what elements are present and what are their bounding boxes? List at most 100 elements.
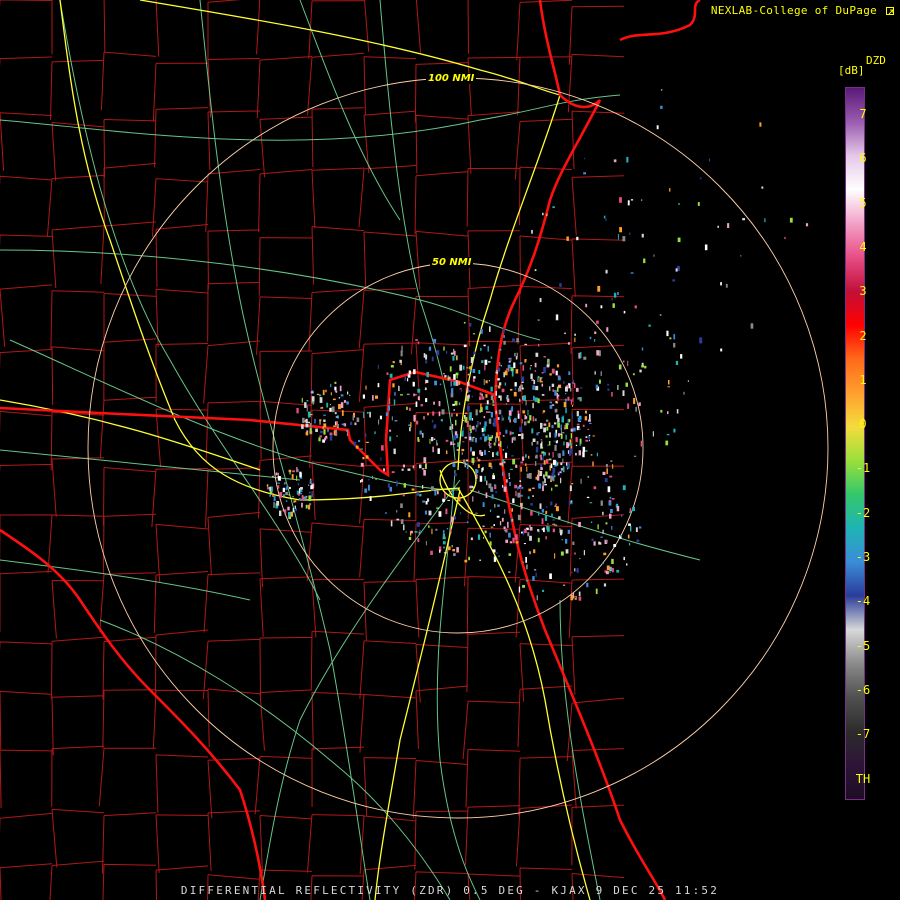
echo-pixel — [381, 445, 384, 451]
echo-pixel — [759, 122, 762, 127]
echo-pixel — [484, 449, 486, 456]
echo-pixel — [478, 490, 480, 493]
echo-pixel — [479, 437, 482, 440]
echo-pixel — [482, 433, 485, 437]
echo-pixel — [323, 419, 326, 422]
echo-pixel — [443, 552, 447, 554]
echo-pixel — [546, 419, 549, 422]
echo-pixel — [431, 356, 434, 362]
echo-pixel — [680, 354, 683, 359]
echo-pixel — [553, 459, 556, 465]
range-ring-label-50: 50 NMI — [430, 257, 474, 268]
echo-pixel — [454, 350, 456, 356]
echo-pixel — [389, 429, 392, 432]
echo-pixel — [720, 348, 723, 352]
echo-pixel — [527, 420, 530, 424]
echo-pixel — [391, 471, 395, 474]
echo-pixel — [660, 409, 663, 413]
echo-pixel — [453, 435, 456, 441]
echo-pixel — [616, 569, 620, 573]
echo-pixel — [667, 386, 670, 388]
echo-pixel — [285, 487, 288, 491]
echo-pixel — [437, 448, 440, 454]
echo-pixel — [555, 370, 558, 376]
echo-pixel — [346, 430, 348, 437]
credit-header[interactable]: NEXLAB-College of DuPage — [711, 4, 894, 17]
echo-pixel — [554, 553, 556, 559]
echo-pixel — [450, 516, 454, 523]
echo-pixel — [640, 440, 642, 447]
echo-pixel — [431, 528, 433, 535]
echo-pixel — [579, 557, 581, 560]
echo-pixel — [708, 158, 711, 162]
echo-pixel — [288, 494, 290, 496]
echo-pixel — [527, 496, 530, 499]
echo-pixel — [423, 353, 426, 358]
echo-pixel — [544, 478, 546, 484]
echo-pixel — [490, 486, 493, 491]
echo-pixel — [547, 444, 549, 446]
echo-pixel — [309, 503, 312, 506]
echo-pixel — [417, 396, 420, 401]
echo-pixel — [516, 338, 519, 343]
echo-pixel — [588, 439, 590, 442]
echo-pixel — [319, 407, 322, 409]
echo-pixel — [471, 485, 474, 489]
echo-pixel — [497, 385, 501, 389]
echo-pixel — [523, 543, 526, 545]
echo-pixel — [575, 387, 579, 392]
echo-pixel — [529, 526, 533, 531]
echo-pixel — [600, 500, 603, 506]
echo-pixel — [316, 393, 320, 396]
echo-pixel — [458, 402, 461, 406]
echo-pixel — [564, 398, 567, 402]
echo-pixel — [543, 474, 545, 479]
echo-pixel — [406, 393, 410, 396]
echo-pixel — [454, 431, 458, 436]
echo-pixel — [479, 475, 483, 482]
echo-pixel — [390, 365, 394, 368]
echo-pixel — [633, 398, 636, 404]
echo-pixel — [575, 596, 577, 599]
echo-pixel — [672, 279, 675, 282]
echo-pixel — [784, 236, 786, 240]
echo-pixel — [562, 466, 565, 473]
echo-pixel — [388, 405, 390, 411]
echo-pixel — [539, 377, 542, 383]
echo-pixel — [354, 422, 357, 426]
echo-pixel — [472, 451, 475, 456]
echo-pixel — [432, 411, 435, 416]
echo-pixel — [593, 486, 597, 490]
echo-pixel — [638, 526, 642, 529]
echo-pixel — [627, 200, 630, 206]
echo-pixel — [415, 401, 418, 407]
echo-pixel — [529, 535, 532, 541]
echo-pixel — [466, 463, 469, 469]
echo-pixel — [493, 424, 497, 427]
echo-pixel — [320, 430, 323, 434]
echo-pixel — [533, 549, 536, 554]
echo-pixel — [491, 494, 494, 499]
echo-pixel — [535, 456, 538, 459]
echo-pixel — [514, 484, 517, 489]
echo-pixel — [549, 432, 551, 438]
echo-pixel — [583, 356, 587, 360]
echo-pixel — [634, 305, 637, 309]
legend-tick: -5 — [855, 638, 871, 653]
echo-pixel — [526, 473, 529, 479]
echo-pixel — [605, 540, 608, 543]
echo-pixel — [409, 427, 411, 432]
echo-pixel — [323, 414, 326, 416]
echo-pixel — [599, 379, 601, 384]
echo-pixel — [296, 407, 299, 414]
echo-pixel — [346, 401, 349, 405]
echo-pixel — [534, 269, 537, 272]
echo-pixel — [537, 537, 540, 543]
echo-pixel — [364, 488, 368, 493]
legend-tick: 0 — [859, 417, 867, 432]
legend-tick: 2 — [859, 328, 867, 343]
echo-pixel — [412, 381, 415, 387]
echo-pixel — [550, 463, 553, 469]
echo-pixel — [402, 493, 405, 497]
echo-pixel — [458, 381, 461, 385]
